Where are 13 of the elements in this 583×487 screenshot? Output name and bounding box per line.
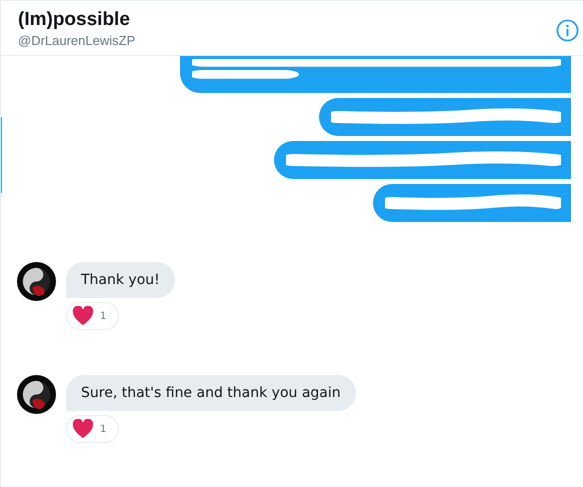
avatar[interactable] [17, 375, 56, 414]
reaction-count: 1 [100, 424, 106, 434]
info-icon[interactable] [556, 19, 579, 42]
user-handle[interactable]: @DrLaurenLewisZP [18, 33, 136, 48]
heart-icon [72, 306, 94, 326]
reaction-pill[interactable]: 1 [66, 415, 120, 443]
reaction-count: 1 [100, 310, 106, 322]
conversation-title: (Im)possible [18, 9, 131, 31]
heart-icon [72, 419, 94, 439]
reaction-pill[interactable]: 1 [66, 302, 120, 330]
received-message-bubble: Sure, that's fine and thank you again [66, 375, 356, 411]
avatar[interactable] [17, 262, 56, 301]
received-message-bubble: Thank you! [66, 262, 175, 298]
